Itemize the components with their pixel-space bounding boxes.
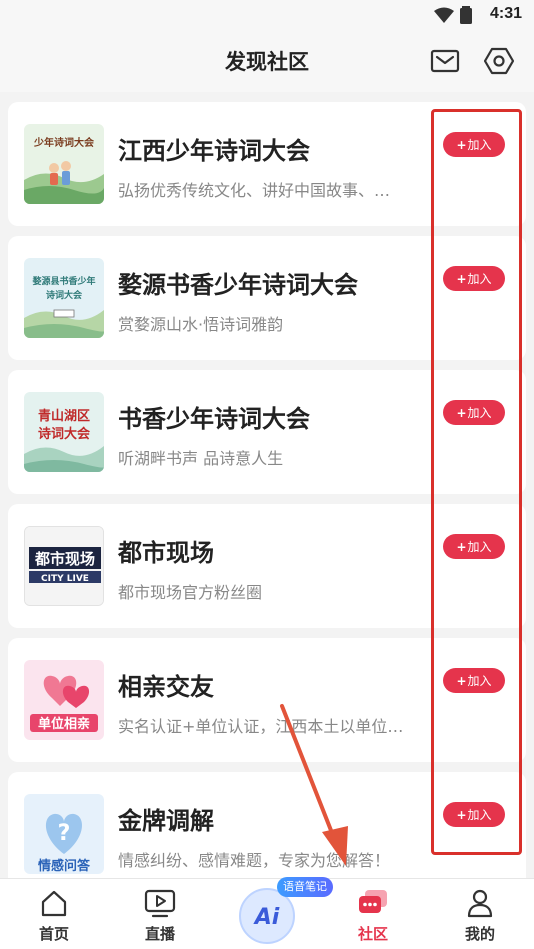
community-title: 相亲交友 xyxy=(118,673,214,701)
tab-mine[interactable]: 我的 xyxy=(440,879,520,949)
community-description: 赏婺源山水·悟诗词雅韵 xyxy=(118,315,284,334)
community-description: 弘扬优秀传统文化、讲好中国故事、… xyxy=(118,181,391,200)
mail-button[interactable] xyxy=(428,44,462,78)
svg-text:诗词大会: 诗词大会 xyxy=(46,289,83,301)
community-description: 都市现场官方粉丝圈 xyxy=(118,583,263,602)
svg-text:青山湖区: 青山湖区 xyxy=(38,408,90,424)
user-icon xyxy=(464,887,496,919)
tab-live[interactable]: 直播 xyxy=(120,879,200,949)
svg-text:少年诗词大会: 少年诗词大会 xyxy=(33,136,94,149)
tab-home[interactable]: 首页 xyxy=(14,879,94,949)
header: 发现社区 xyxy=(0,30,534,92)
status-time: 4:31 xyxy=(489,5,522,22)
svg-text:CITY LIVE: CITY LIVE xyxy=(41,574,89,584)
community-title: 金牌调解 xyxy=(118,807,214,835)
voice-note-badge: 语音笔记 xyxy=(277,877,333,897)
svg-text:?: ? xyxy=(58,821,71,846)
settings-button[interactable] xyxy=(482,44,516,78)
settings-icon xyxy=(484,47,514,75)
community-thumbnail: ? 情感问答 xyxy=(24,794,104,874)
community-description: 实名认证+单位认证，江西本土以单位… xyxy=(118,717,404,736)
tab-label: 社区 xyxy=(357,925,388,943)
tab-label: 我的 xyxy=(464,925,495,943)
tab-label: 直播 xyxy=(144,925,175,943)
svg-text:都市现场: 都市现场 xyxy=(34,550,95,568)
community-description: 听湖畔书声 品诗意人生 xyxy=(118,449,284,468)
svg-text:婺源县书香少年: 婺源县书香少年 xyxy=(32,275,95,287)
svg-text:情感问答: 情感问答 xyxy=(38,858,91,874)
community-title: 都市现场 xyxy=(118,539,214,567)
community-thumbnail: 青山湖区 诗词大会 xyxy=(24,392,104,472)
status-icons xyxy=(434,6,472,24)
community-thumbnail: 都市现场 CITY LIVE xyxy=(24,526,104,606)
wifi-icon xyxy=(434,7,454,23)
community-icon xyxy=(357,887,389,919)
battery-icon xyxy=(460,6,472,24)
community-title: 婺源书香少年诗词大会 xyxy=(118,271,358,299)
community-title: 江西少年诗词大会 xyxy=(118,137,310,165)
ai-label: Ai xyxy=(253,905,280,930)
community-description: 情感纠纷、感情难题，专家为您解答！ xyxy=(118,851,391,870)
community-title: 书香少年诗词大会 xyxy=(118,405,310,433)
svg-text:诗词大会: 诗词大会 xyxy=(38,426,91,442)
tab-community[interactable]: 社区 xyxy=(333,879,413,949)
community-thumbnail: 婺源县书香少年 诗词大会 xyxy=(24,258,104,338)
tv-icon xyxy=(144,887,176,919)
home-icon xyxy=(38,887,70,919)
community-thumbnail: 少年诗词大会 xyxy=(24,124,104,204)
highlight-box xyxy=(431,109,522,855)
mail-icon xyxy=(430,49,460,73)
community-thumbnail: 单位相亲 xyxy=(24,660,104,740)
status-bar: 4:31 xyxy=(0,0,534,30)
tab-label: 首页 xyxy=(38,925,69,943)
svg-text:单位相亲: 单位相亲 xyxy=(38,716,90,732)
